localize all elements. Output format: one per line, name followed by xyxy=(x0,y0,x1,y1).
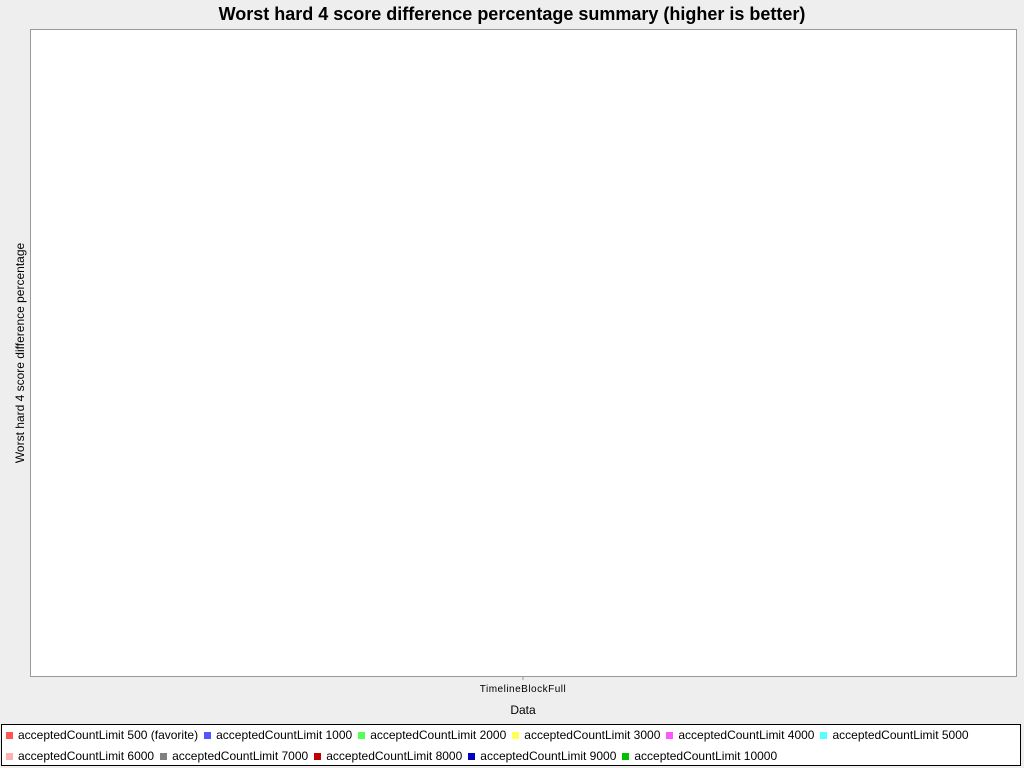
legend-swatch xyxy=(820,731,828,739)
chart-canvas: Worst hard 4 score difference percentage… xyxy=(13,4,1017,717)
legend-swatch xyxy=(666,731,674,739)
plot-area xyxy=(30,29,1017,677)
legend-item: acceptedCountLimit 7000 xyxy=(160,749,308,763)
x-axis-ticks: TimelineBlockFull xyxy=(480,676,566,695)
legend-item: acceptedCountLimit 10000 xyxy=(622,749,777,763)
legend-swatch xyxy=(512,731,520,739)
legend: acceptedCountLimit 500 (favorite) accepte… xyxy=(1,724,1021,766)
chart-title: Worst hard 4 score difference percentage… xyxy=(219,4,806,24)
legend-swatch xyxy=(204,731,212,739)
legend-label: acceptedCountLimit 9000 xyxy=(480,749,617,763)
y-axis-label: Worst hard 4 score difference percentage xyxy=(13,243,27,464)
legend-item: acceptedCountLimit 1000 xyxy=(204,728,352,742)
legend-swatch xyxy=(468,752,476,760)
legend-label: acceptedCountLimit 10000 xyxy=(634,749,778,763)
legend-item: acceptedCountLimit 5000 xyxy=(820,728,969,742)
legend-label: acceptedCountLimit 5000 xyxy=(832,728,969,742)
legend-item: acceptedCountLimit 4000 xyxy=(666,728,814,742)
legend-label: acceptedCountLimit 1000 xyxy=(216,728,353,742)
legend-item: acceptedCountLimit 500 (favorite) xyxy=(6,728,198,742)
legend-label: acceptedCountLimit 500 (favorite) xyxy=(18,728,199,742)
legend-item: acceptedCountLimit 2000 xyxy=(358,728,506,742)
legend-label: acceptedCountLimit 7000 xyxy=(172,749,309,763)
legend-swatch xyxy=(160,752,168,760)
legend-item: acceptedCountLimit 6000 xyxy=(6,749,154,763)
legend-label: acceptedCountLimit 6000 xyxy=(18,749,155,763)
legend-swatch xyxy=(6,731,13,739)
legend-label: acceptedCountLimit 4000 xyxy=(678,728,815,742)
legend-swatch xyxy=(358,731,366,739)
legend-label: acceptedCountLimit 3000 xyxy=(524,728,661,742)
legend-item: acceptedCountLimit 8000 xyxy=(314,749,462,763)
legend-row: acceptedCountLimit 6000 acceptedCountLimi… xyxy=(6,747,783,765)
legend-swatch xyxy=(622,752,630,760)
legend-item: acceptedCountLimit 3000 xyxy=(512,728,660,742)
x-tick-label: TimelineBlockFull xyxy=(480,684,566,695)
chart-root: Worst hard 4 score difference percentage… xyxy=(0,0,1024,768)
legend-swatch xyxy=(6,752,13,760)
x-axis-label: Data xyxy=(510,703,536,717)
legend-row: acceptedCountLimit 500 (favorite) accepte… xyxy=(6,726,975,744)
legend-item: acceptedCountLimit 9000 xyxy=(468,749,616,763)
legend-swatch xyxy=(314,752,322,760)
legend-label: acceptedCountLimit 8000 xyxy=(326,749,463,763)
legend-label: acceptedCountLimit 2000 xyxy=(370,728,507,742)
